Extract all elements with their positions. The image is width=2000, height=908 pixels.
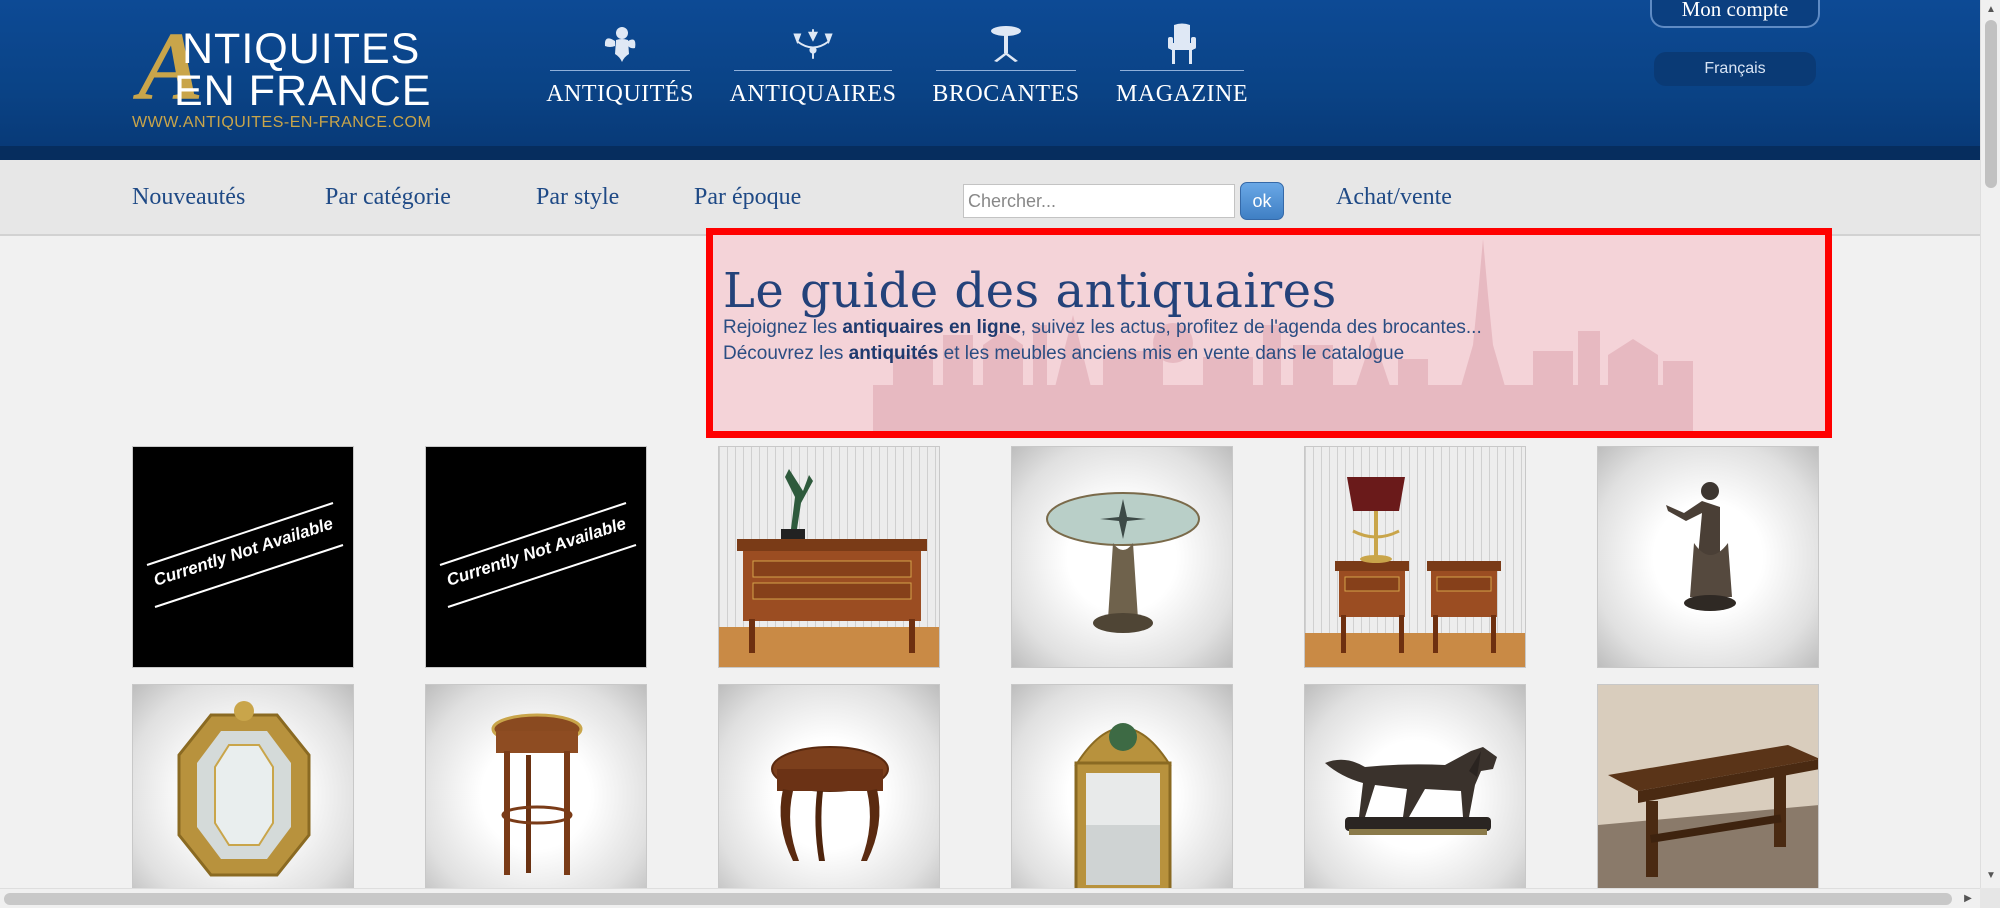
scroll-right-icon[interactable]: ▶ (1962, 893, 1974, 905)
compass-pedestal-table-image (1046, 492, 1200, 633)
logo-url: WWW.ANTIQUITES-EN-FRANCE.COM (132, 114, 432, 131)
nav-item-antiquites[interactable]: ANTIQUITÉS (546, 22, 693, 112)
hero-title: Le guide des antiquaires (723, 263, 1337, 319)
product-tile-marquetry-table[interactable] (718, 684, 940, 906)
hero-link-antiquites[interactable]: antiquités (849, 343, 939, 364)
nav-separator (734, 70, 892, 71)
hero-line1-suffix: , suivez les actus, profitez de l'agenda… (1020, 317, 1482, 338)
hero-line2-prefix: Découvrez les (723, 343, 849, 364)
subnav-link-par-categorie[interactable]: Par catégorie (325, 184, 451, 211)
cherub-icon (600, 22, 640, 66)
vertical-scrollbar-thumb[interactable] (1985, 20, 1997, 188)
subnav-link-achat-vente[interactable]: Achat/vente (1336, 184, 1452, 211)
armchair-icon (1162, 22, 1202, 66)
pedestal-table-icon (986, 22, 1026, 66)
commode-with-statue-image (719, 447, 939, 667)
nav-separator (550, 70, 690, 71)
sub-nav: Nouveautés Par catégorie Par style Par é… (0, 160, 1980, 236)
product-tile-bronze-statue[interactable] (1597, 446, 1819, 668)
subnav-link-nouveautes[interactable]: Nouveautés (132, 184, 245, 211)
vertical-scrollbar[interactable]: ▲ ▼ (1980, 0, 2000, 888)
language-selector[interactable]: Français (1654, 52, 1816, 86)
round-side-table-image (491, 713, 583, 875)
logo-text-line1: NTIQUITES (182, 25, 421, 73)
nav-item-magazine[interactable]: MAGAZINE (1116, 22, 1248, 112)
product-tile-round-side-table[interactable] (425, 684, 647, 906)
chandelier-icon (793, 22, 833, 66)
horizontal-scrollbar-thumb[interactable] (4, 893, 1952, 905)
scroll-up-icon[interactable]: ▲ (1985, 4, 1997, 16)
account-button[interactable]: Mon compte (1650, 0, 1820, 28)
product-tile-pedestal-table[interactable] (1011, 446, 1233, 668)
gilt-pediment-mirror-image (1074, 723, 1172, 897)
hero-line2-suffix: et les meubles anciens mis en vente dans… (938, 343, 1405, 364)
horizontal-scrollbar[interactable]: ◀ ▶ (0, 888, 1980, 908)
hero-text-line2: Découvrez les antiquités et les meubles … (723, 343, 1404, 365)
nav-item-antiquaires[interactable]: ANTIQUAIRES (730, 22, 896, 112)
header-bottom-strip (0, 146, 1980, 160)
unavailable-placeholder: Currently Not Available (146, 502, 344, 608)
product-tile-gilt-mirror[interactable] (132, 684, 354, 906)
search-input[interactable] (963, 184, 1235, 218)
nav-separator (1120, 70, 1244, 71)
nav-item-brocantes[interactable]: BROCANTES (932, 22, 1079, 112)
site-header: A NTIQUITES EN FRANCE WWW.ANTIQUITES-EN-… (0, 0, 1980, 146)
nav-label: BROCANTES (932, 81, 1080, 107)
farm-table-image (1598, 685, 1818, 905)
product-tile-pediment-mirror[interactable] (1011, 684, 1233, 906)
unavailable-placeholder: Currently Not Available (439, 502, 637, 608)
nav-label: MAGAZINE (1116, 81, 1248, 107)
product-tile-bronze-dog[interactable] (1304, 684, 1526, 906)
main-nav: ANTIQUITÉS ANTIQUAIRES BROCANTES MAGAZIN… (546, 22, 1288, 112)
scroll-down-icon[interactable]: ▼ (1985, 870, 1997, 882)
product-tile-commode-statue[interactable] (718, 446, 940, 668)
product-tile-unavailable[interactable]: Currently Not Available (132, 446, 354, 668)
bronze-statue-image (1666, 482, 1736, 611)
nav-label: ANTIQUAIRES (729, 81, 897, 107)
marquetry-side-table-image (771, 746, 889, 861)
scrollbar-corner (1980, 888, 2000, 908)
product-tile-nightstands-lamp[interactable] (1304, 446, 1526, 668)
gilt-octagonal-mirror-image (177, 701, 311, 877)
search-ok-button[interactable]: ok (1240, 182, 1284, 220)
subnav-link-par-epoque[interactable]: Par époque (694, 184, 801, 211)
bronze-dog-sculpture-image (1325, 747, 1497, 835)
hero-text-line1: Rejoignez les antiquaires en ligne, suiv… (723, 317, 1482, 339)
product-tile-unavailable[interactable]: Currently Not Available (425, 446, 647, 668)
hero-line1-prefix: Rejoignez les (723, 317, 843, 338)
nav-separator (936, 70, 1076, 71)
subnav-link-par-style[interactable]: Par style (536, 184, 619, 211)
product-tile-farm-table[interactable] (1597, 684, 1819, 906)
hero-banner: Le guide des antiquaires Rejoignez les a… (706, 228, 1832, 438)
nav-label: ANTIQUITÉS (546, 81, 694, 107)
logo-text-line2: EN FRANCE (174, 67, 432, 115)
site-logo[interactable]: A NTIQUITES EN FRANCE WWW.ANTIQUITES-EN-… (130, 18, 440, 134)
hero-link-antiquaires-en-ligne[interactable]: antiquaires en ligne (842, 317, 1020, 338)
nightstands-with-lamp-image (1305, 447, 1525, 667)
